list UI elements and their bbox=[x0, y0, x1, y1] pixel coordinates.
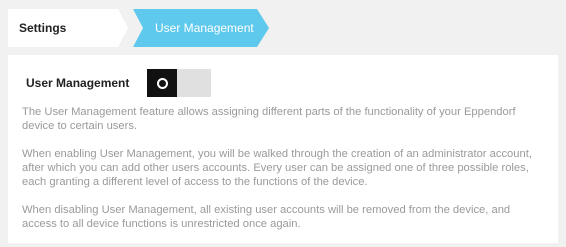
description-paragraph-1: The User Management feature allows assig… bbox=[22, 106, 516, 132]
toggle-knob[interactable] bbox=[147, 69, 177, 97]
description-paragraph-3: When disabling User Management, all exis… bbox=[22, 204, 511, 230]
power-ring-icon bbox=[156, 77, 168, 89]
breadcrumb-settings[interactable]: Settings bbox=[8, 9, 128, 47]
description-paragraph-2: When enabling User Management, you will … bbox=[22, 148, 532, 188]
user-management-toggle[interactable] bbox=[147, 69, 211, 97]
user-management-setting-row: User Management bbox=[26, 69, 211, 97]
breadcrumb-user-management[interactable]: User Management bbox=[133, 9, 269, 47]
breadcrumb-settings-label: Settings bbox=[19, 21, 67, 35]
breadcrumb-user-management-label: User Management bbox=[155, 21, 254, 35]
user-management-panel: User Management The User Management feat… bbox=[8, 55, 558, 243]
breadcrumb: Settings User Management bbox=[8, 9, 558, 47]
settings-page: Settings User Management User Management… bbox=[0, 0, 566, 247]
user-management-label: User Management bbox=[26, 76, 130, 90]
